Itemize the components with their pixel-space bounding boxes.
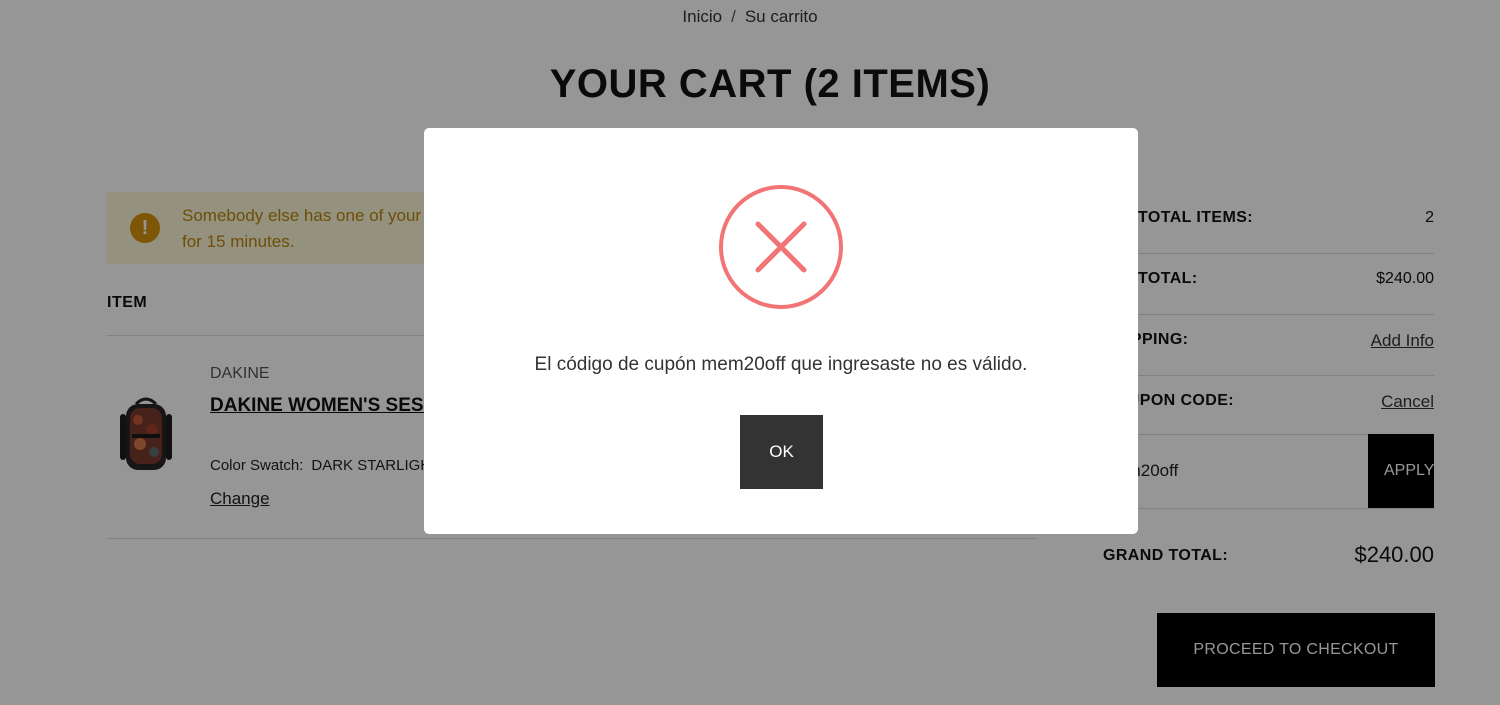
ok-button[interactable]: OK xyxy=(740,415,823,489)
error-x-icon xyxy=(719,185,843,309)
coupon-error-dialog: El código de cupón mem20off que ingresas… xyxy=(424,128,1138,534)
dialog-message: El código de cupón mem20off que ingresas… xyxy=(534,354,1028,375)
